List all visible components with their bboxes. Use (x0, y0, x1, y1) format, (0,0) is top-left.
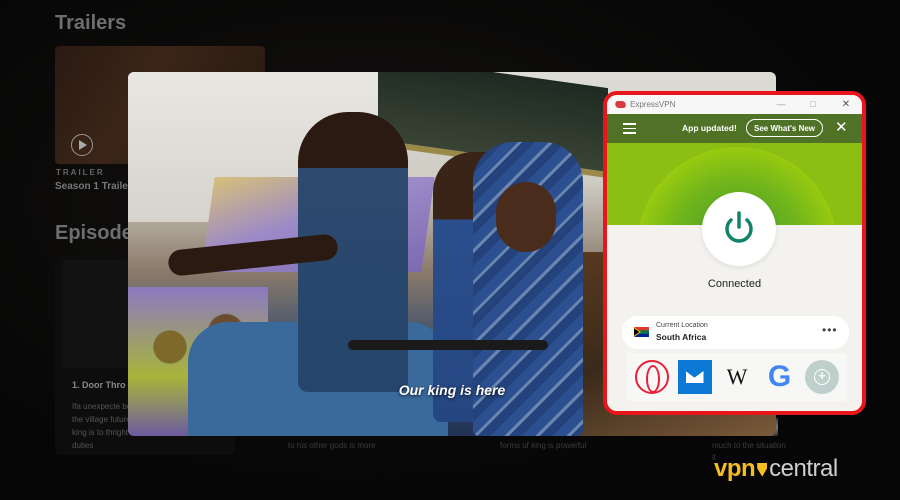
update-banner: App updated! See What's New ✕ (607, 114, 862, 143)
expressvpn-logo-icon (614, 101, 627, 108)
current-location-value: South Africa (656, 332, 707, 342)
episode-title[interactable]: 1. Door Thro (72, 380, 126, 390)
close-banner-icon[interactable]: ✕ (835, 119, 848, 137)
episode-description: forms of king is powerful (500, 441, 587, 450)
watermark-central: central (769, 455, 838, 482)
episode-description: Ifa unexpecte be the village future king… (72, 402, 132, 450)
minimize-button[interactable]: — (772, 97, 790, 112)
screen: Trailers TRAILER Season 1 Trailer Episod… (0, 0, 900, 500)
trailer-kind-label: TRAILER (56, 168, 105, 177)
shield-icon (757, 462, 768, 477)
shortcut-wikipedia[interactable]: W (720, 360, 754, 394)
trailer-title[interactable]: Season 1 Trailer (55, 181, 132, 192)
google-icon: G (767, 360, 792, 393)
south-africa-flag-icon (634, 327, 649, 337)
video-scene-figure (496, 182, 556, 252)
wikipedia-icon: W (726, 364, 748, 389)
episode-thumbnail[interactable] (62, 260, 128, 368)
power-button[interactable] (702, 192, 776, 266)
shortcut-add[interactable] (805, 360, 839, 394)
see-whats-new-button[interactable]: See What's New (746, 119, 824, 137)
shortcut-mail[interactable] (677, 360, 712, 394)
watermark-vpn: vpn (714, 455, 756, 482)
add-icon (805, 360, 839, 394)
update-banner-text: App updated! (682, 123, 737, 133)
app-name: ExpressVPN (630, 100, 676, 109)
opera-icon (635, 360, 669, 394)
shortcut-opera[interactable] (635, 360, 669, 394)
current-location-card[interactable]: Current Location South Africa ••• (622, 316, 849, 349)
power-icon (725, 211, 753, 243)
trailers-heading: Trailers (55, 12, 127, 34)
vpn-titlebar[interactable]: ExpressVPN — □ ✕ (607, 95, 862, 114)
vpn-window: ExpressVPN — □ ✕ App updated! See What's… (603, 91, 866, 415)
play-icon[interactable] (71, 134, 93, 156)
maximize-button[interactable]: □ (804, 97, 822, 112)
connection-status: Connected (707, 278, 762, 290)
close-window-button[interactable]: ✕ (837, 97, 855, 112)
hamburger-menu-icon[interactable] (623, 123, 636, 134)
episode-description: to his other gods is more (288, 441, 376, 450)
mail-icon (677, 360, 712, 394)
location-options-icon[interactable]: ••• (822, 323, 838, 337)
shortcut-google[interactable]: G (763, 360, 797, 394)
vpncentral-watermark: vpn central (714, 455, 838, 483)
current-location-label: Current Location (656, 322, 708, 329)
shortcuts-bar: W G (627, 353, 847, 401)
video-scene-rail (348, 340, 548, 350)
